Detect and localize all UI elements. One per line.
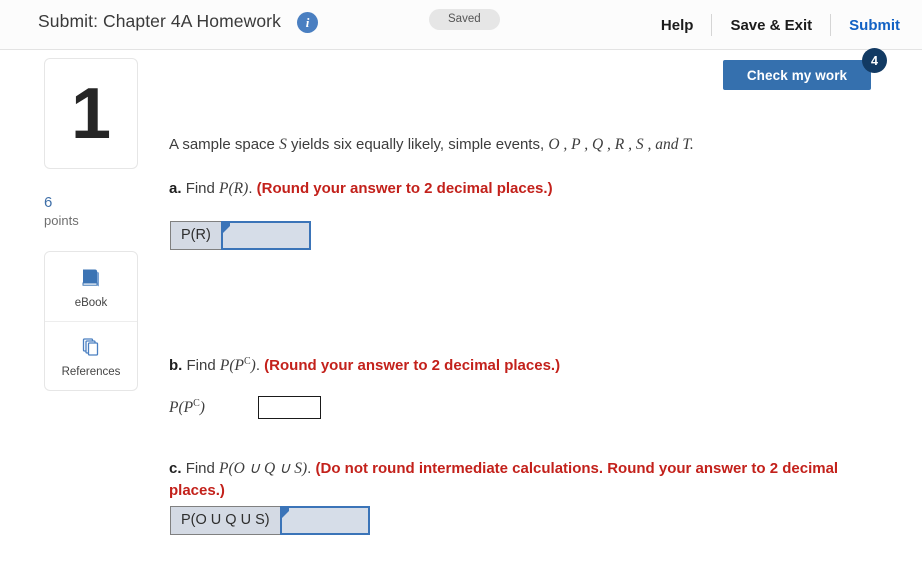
answer-b-label-base: P(P	[169, 399, 194, 417]
ebook-label: eBook	[74, 296, 108, 309]
part-a: a. Find P(R). (Round your answer to 2 de…	[169, 178, 902, 200]
part-c-find: Find	[185, 460, 220, 477]
part-c-expression: P(O ∪ Q ∪ S)	[219, 460, 308, 477]
submit-link[interactable]: Submit	[831, 17, 900, 34]
stem-mid: yields six equally likely, simple events…	[286, 136, 549, 153]
part-a-letter: a.	[169, 180, 182, 198]
answer-c-label: P(O U Q U S)	[171, 507, 280, 534]
top-header: Submit: Chapter 4A Homework i Saved Help…	[0, 0, 922, 50]
answer-row-b: P(PC)	[169, 396, 321, 419]
part-b-instruction: (Round your answer to 2 decimal places.)	[264, 357, 561, 375]
answer-b-label-tail: )	[199, 399, 205, 417]
points-value: 6	[44, 194, 53, 211]
question-body: A sample space S yields six equally like…	[169, 58, 902, 535]
points-label: points	[44, 212, 79, 228]
part-c: c. Find P(O ∪ Q ∪ S). (Do not round inte…	[169, 458, 875, 501]
part-c-letter: c.	[169, 460, 182, 477]
book-icon	[79, 265, 103, 291]
part-b-expr-base: P(P	[219, 357, 244, 375]
question-stem: A sample space S yields six equally like…	[169, 134, 902, 156]
part-b-letter: b.	[169, 357, 183, 375]
answer-a-label: P(R)	[171, 222, 221, 249]
part-a-period: .	[248, 180, 253, 198]
part-b-find: Find	[186, 357, 220, 375]
header-actions: Help Save & Exit Submit	[643, 0, 900, 50]
part-a-instruction: (Round your answer to 2 decimal places.)	[256, 180, 553, 198]
part-a-find: Find	[185, 180, 220, 198]
info-icon[interactable]: i	[297, 12, 318, 33]
references-label: References	[61, 366, 121, 378]
pages-stack-icon	[79, 334, 103, 360]
answer-a-field-wrap[interactable]	[220, 221, 311, 250]
stem-events-list: O , P , Q , R , S , and T.	[548, 136, 694, 153]
references-button[interactable]: References	[45, 321, 137, 390]
flag-marker-icon	[281, 508, 289, 518]
answer-row-c: P(O U Q U S)	[170, 506, 370, 535]
resource-tools-card: eBook References	[44, 251, 138, 391]
status-badge-saved: Saved	[429, 9, 500, 30]
stem-sample-space-var: S	[279, 136, 287, 153]
part-a-expression: P(R)	[219, 180, 249, 198]
help-link[interactable]: Help	[643, 17, 712, 34]
part-b-expr-superscript: C	[243, 356, 251, 367]
ebook-button[interactable]: eBook	[45, 252, 137, 321]
question-rail: 1 6 points eBook References	[44, 58, 138, 391]
answer-a-input[interactable]	[222, 223, 309, 248]
answer-c-field-wrap[interactable]	[279, 506, 370, 535]
question-number: 1	[70, 73, 112, 154]
part-b-expression: P(PC)	[219, 356, 256, 375]
answer-row-a: P(R)	[170, 221, 311, 250]
answer-b-input[interactable]	[259, 397, 320, 418]
save-and-exit-link[interactable]: Save & Exit	[712, 17, 830, 34]
stem-pre: A sample space	[169, 136, 280, 153]
answer-b-field-wrap[interactable]	[258, 396, 321, 419]
answer-c-input[interactable]	[281, 508, 368, 533]
answer-b-label-superscript: C	[193, 397, 200, 409]
part-c-period: .	[307, 460, 312, 477]
question-number-card: 1	[44, 58, 138, 169]
flag-marker-icon	[222, 223, 230, 233]
part-b: b. Find P(PC). (Round your answer to 2 d…	[169, 355, 560, 377]
part-b-period: .	[255, 357, 260, 375]
points-block: 6 points	[44, 194, 138, 229]
page-title: Submit: Chapter 4A Homework	[38, 11, 281, 31]
answer-b-label: P(PC)	[169, 398, 258, 417]
